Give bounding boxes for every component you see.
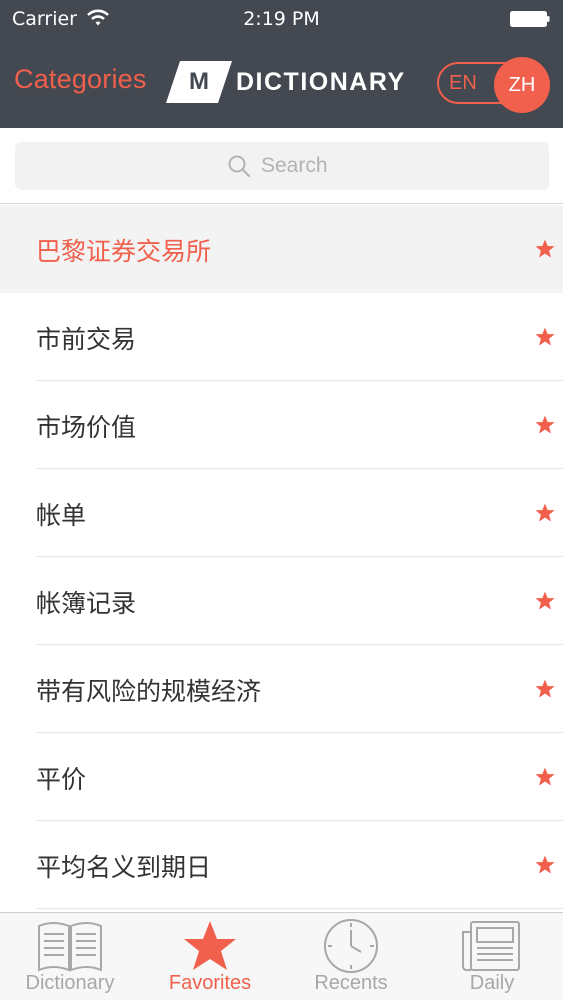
tab-bar: Dictionary Favorites Recents Daily bbox=[0, 912, 563, 1000]
tab-favorites[interactable]: Favorites bbox=[140, 913, 280, 1000]
tab-recents[interactable]: Recents bbox=[281, 913, 421, 1000]
logo-wordmark: DICTIONARY bbox=[236, 68, 406, 96]
search-input[interactable] bbox=[261, 150, 461, 182]
book-icon bbox=[38, 922, 102, 972]
tab-label: Recents bbox=[314, 972, 388, 994]
status-bar: Carrier 2:19 PM bbox=[0, 0, 563, 40]
term-label: 巴黎证券交易所 bbox=[36, 237, 212, 266]
term-label: 平价 bbox=[36, 765, 87, 794]
star-icon[interactable] bbox=[535, 415, 555, 435]
list-item[interactable]: 带有风险的规模经济 bbox=[0, 645, 563, 733]
list-item[interactable]: 市前交易 bbox=[0, 293, 563, 381]
status-time: 2:19 PM bbox=[243, 8, 320, 30]
categories-button[interactable]: Categories bbox=[14, 64, 147, 95]
tab-label: Daily bbox=[469, 972, 515, 994]
term-label: 帐簿记录 bbox=[36, 589, 137, 618]
term-label: 市前交易 bbox=[36, 325, 137, 354]
list-item[interactable]: 平均名义到期日 bbox=[0, 821, 563, 909]
term-label: 带有风险的规模经济 bbox=[36, 677, 262, 706]
tab-daily[interactable]: Daily bbox=[422, 913, 562, 1000]
star-icon[interactable] bbox=[535, 767, 555, 787]
app-header: Carrier 2:19 PM Categories M DICTIONARY … bbox=[0, 0, 563, 128]
star-icon[interactable] bbox=[535, 327, 555, 347]
battery-icon bbox=[510, 11, 550, 27]
star-icon[interactable] bbox=[535, 239, 555, 259]
list-item[interactable]: 帐簿记录 bbox=[0, 557, 563, 645]
clock-icon bbox=[324, 919, 378, 973]
list-item[interactable]: 帐单 bbox=[0, 469, 563, 557]
search-icon bbox=[228, 155, 251, 178]
term-label: 市场价值 bbox=[36, 413, 137, 442]
star-icon bbox=[184, 921, 236, 970]
search-box[interactable] bbox=[15, 142, 549, 190]
list-item[interactable]: 巴黎证券交易所 bbox=[0, 205, 563, 293]
star-icon[interactable] bbox=[535, 591, 555, 611]
term-label: 平均名义到期日 bbox=[36, 853, 212, 882]
newspaper-icon bbox=[462, 921, 520, 971]
star-icon[interactable] bbox=[535, 503, 555, 523]
language-toggle[interactable]: EN ZH bbox=[437, 57, 550, 113]
tab-label: Dictionary bbox=[25, 972, 115, 994]
lang-zh-option[interactable]: ZH bbox=[494, 57, 550, 113]
search-bar bbox=[0, 128, 563, 204]
tab-label: Favorites bbox=[168, 972, 252, 994]
tab-dictionary[interactable]: Dictionary bbox=[0, 913, 140, 1000]
logo-badge: M bbox=[166, 61, 232, 103]
nav-bar: Categories M DICTIONARY EN ZH bbox=[0, 40, 563, 128]
lang-en-option[interactable]: EN bbox=[449, 72, 477, 95]
term-label: 帐单 bbox=[36, 501, 87, 530]
list-item[interactable]: 市场价值 bbox=[0, 381, 563, 469]
row-divider bbox=[36, 908, 563, 909]
list-item[interactable]: 平价 bbox=[0, 733, 563, 821]
favorites-list: 巴黎证券交易所 市前交易 市场价值 帐单 帐簿记录 带有风险的规模经济 平价 平… bbox=[0, 205, 563, 912]
star-icon[interactable] bbox=[535, 855, 555, 875]
star-icon[interactable] bbox=[535, 679, 555, 699]
app-logo: M DICTIONARY bbox=[166, 61, 416, 103]
logo-letter: M bbox=[189, 68, 209, 95]
